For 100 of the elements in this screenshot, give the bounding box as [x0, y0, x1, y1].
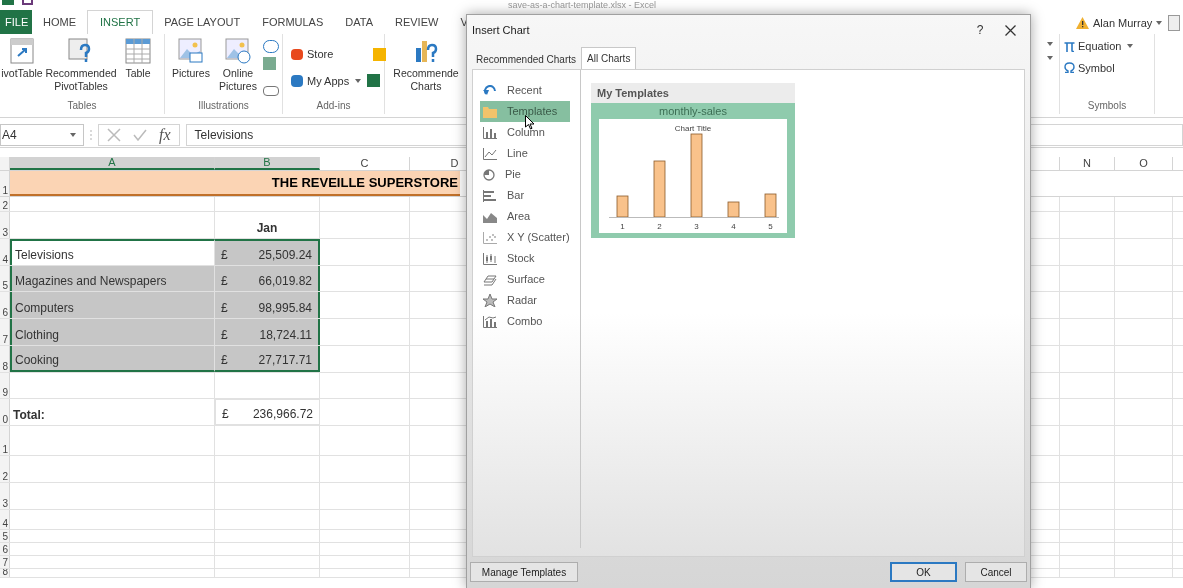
table-cell-text: Magazines and Newspapers	[15, 273, 167, 290]
ribbon-tab[interactable]: INSERT	[87, 10, 154, 34]
row-number[interactable]: 8	[0, 346, 10, 372]
table-cell-text: 18,724.11	[259, 327, 312, 344]
currency-cell-text: £	[221, 247, 228, 264]
symbol-button[interactable]: Symbol	[1064, 59, 1134, 76]
table-cell-text: Total:	[13, 407, 45, 424]
sheet-column-label[interactable]: A	[10, 157, 215, 170]
chart-type-item[interactable]: Recent	[480, 80, 570, 101]
scatter-chart-icon	[483, 231, 497, 244]
store-button[interactable]: Store	[291, 46, 334, 63]
pictures-button[interactable]: Pictures	[169, 38, 213, 96]
caret-icon[interactable]	[355, 78, 362, 83]
column-chart-icon	[483, 126, 497, 139]
picture-icon	[178, 38, 204, 64]
table-cell-text: Televisions	[15, 247, 74, 264]
group-label: Illustrations	[198, 100, 249, 112]
user-name[interactable]: Alan Murray	[1093, 15, 1153, 32]
warning-icon	[1076, 17, 1089, 30]
ribbon-tab[interactable]: HOME	[32, 10, 87, 34]
row-number[interactable]: 3	[0, 212, 10, 238]
online-pictures-button[interactable]: Online Pictures	[215, 38, 261, 96]
ribbon-tab[interactable]: PAGE LAYOUT	[153, 10, 252, 34]
group-label: Symbols	[1087, 100, 1127, 112]
caret-icon[interactable]	[1127, 44, 1134, 49]
chart-type-item[interactable]: Templates	[480, 101, 570, 122]
window-title: save-as-a-chart-template.xlsx - Excel	[508, 0, 657, 10]
row-number[interactable]: 9	[0, 373, 10, 398]
omega-icon	[1064, 62, 1075, 74]
template-name: monthly-sales	[659, 104, 727, 119]
globe-picture-icon	[225, 38, 251, 64]
chart-type-item[interactable]: Column	[480, 122, 570, 143]
pi-icon	[1064, 40, 1075, 52]
chart-type-item[interactable]: Area	[480, 206, 570, 227]
name-box[interactable]: A4	[0, 123, 84, 146]
table-cell-text: Computers	[15, 300, 74, 317]
table-cell-text: Jan	[256, 220, 278, 237]
currency-cell-text: £	[222, 406, 229, 423]
ribbon-tab[interactable]: DATA	[334, 10, 384, 34]
pie-chart-icon	[483, 168, 495, 181]
dialog-tab[interactable]: All Charts	[581, 47, 637, 69]
equation-button[interactable]: Equation	[1064, 38, 1122, 55]
chart-type-item[interactable]: Combo	[480, 311, 570, 332]
dialog-button[interactable]: Cancel	[965, 562, 1027, 582]
row-number[interactable]: 5	[0, 266, 10, 291]
mouse-pointer-icon	[525, 115, 535, 130]
folder-icon	[483, 105, 497, 118]
table-cell-text: Cooking	[15, 352, 60, 369]
dialog-button[interactable]: OK	[890, 562, 957, 582]
row-number[interactable]: 1	[0, 171, 10, 196]
line-chart-icon	[483, 147, 497, 160]
ribbon-tab[interactable]: REVIEW	[384, 10, 450, 34]
dropdown-icon[interactable]	[1047, 42, 1053, 46]
table-cell-text: 98,995.84	[258, 300, 312, 317]
group-label: Tables	[67, 100, 97, 112]
table-cell-text: 27,717.71	[258, 352, 312, 369]
currency-cell-text: £	[221, 300, 228, 317]
chart-type-item[interactable]: X Y (Scatter)	[480, 227, 570, 248]
section-header: My Templates	[591, 83, 795, 103]
chart-type-item[interactable]: Radar	[480, 290, 570, 311]
row-number[interactable]: 3	[0, 483, 10, 509]
row-number[interactable]: 0	[0, 399, 10, 425]
area-chart-icon	[483, 210, 497, 223]
caret-icon[interactable]	[70, 132, 76, 137]
dropdown-icon[interactable]	[1047, 56, 1053, 60]
chart-type-item[interactable]: Surface	[480, 269, 570, 290]
table-button[interactable]: Table	[118, 38, 158, 80]
ribbon-tab[interactable]: FORMULAS	[251, 10, 335, 34]
my-apps-button[interactable]: My Apps	[291, 72, 350, 89]
row-number[interactable]: 4	[0, 239, 10, 265]
recommended-pivottables-button[interactable]: Recommended PivotTables	[44, 38, 118, 93]
currency-cell-text: £	[221, 273, 228, 290]
stock-chart-icon	[483, 252, 497, 265]
template-thumbnail[interactable]: monthly-sales Chart Title 1 2 3 4 5	[591, 103, 795, 238]
bar-chart-icon	[483, 189, 497, 202]
row-number[interactable]: 4	[0, 510, 10, 529]
dialog-tab[interactable]: Recommended Charts	[471, 49, 582, 69]
recommended-charts-button[interactable]: Recommende Charts	[393, 38, 459, 93]
table-cell-text: Clothing	[15, 327, 60, 344]
chart-type-item[interactable]: Bar	[480, 185, 570, 206]
row-number[interactable]: 7	[0, 319, 10, 345]
chart-preview-drawing: Chart Title 1 2 3 4 5	[599, 119, 787, 233]
row-number[interactable]: 6	[0, 292, 10, 318]
dialog-title: Insert Chart	[472, 22, 530, 38]
table-cell-text: 66,019.82	[258, 273, 312, 290]
row-number[interactable]: 1	[0, 426, 10, 455]
radar-chart-icon	[483, 294, 497, 307]
dialog-button[interactable]: Manage Templates	[470, 562, 578, 582]
sheet-title: THE REVEILLE SUPERSTORE	[271, 173, 458, 192]
chart-type-item[interactable]: Stock	[480, 248, 570, 269]
sheet-column-label[interactable]: B	[215, 157, 320, 170]
close-icon	[1004, 24, 1016, 36]
row-number[interactable]: 2	[0, 456, 10, 482]
pivottable-button[interactable]: ivotTable	[0, 38, 44, 80]
undo-icon	[483, 84, 497, 97]
group-label: Add-ins	[316, 100, 351, 112]
caret-icon[interactable]	[1156, 21, 1163, 26]
function-icon[interactable]: fx	[159, 122, 171, 147]
ribbon-tab[interactable]: FILE	[0, 10, 32, 34]
help-button[interactable]: ?	[965, 21, 995, 39]
